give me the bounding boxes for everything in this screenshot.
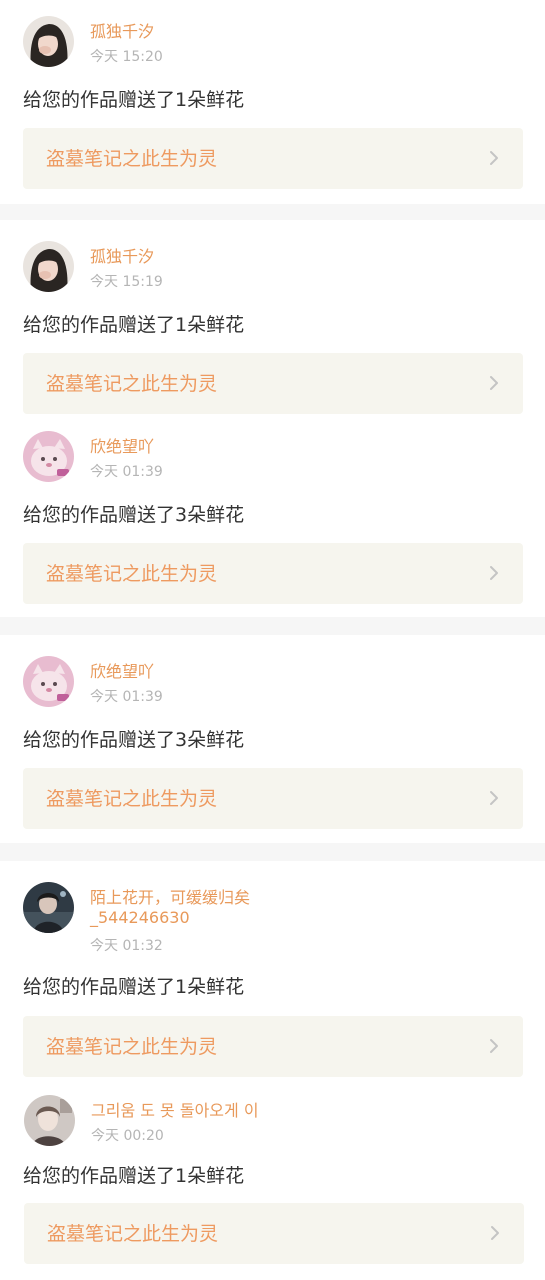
timestamp: 今天 15:19: [90, 274, 163, 290]
work-title: 盗墓笔记之此生为灵: [47, 1223, 219, 1245]
timestamp: 今天 01:39: [90, 689, 163, 705]
work-link-card[interactable]: 盗墓笔记之此生为灵: [23, 1016, 523, 1077]
list-item: 欣绝望吖 今天 01:39 给您的作品赠送了3朵鲜花 盗墓笔记之此生为灵: [0, 640, 545, 830]
group-separator: [0, 843, 545, 861]
user-name[interactable]: 欣绝望吖: [90, 662, 390, 682]
avatar-girl-dark-hair-icon: [23, 16, 74, 67]
avatar[interactable]: [23, 882, 74, 933]
chevron-right-icon: [490, 151, 498, 165]
user-name[interactable]: 陌上花开，可缓缓归矣 _544246630: [90, 888, 390, 928]
work-link-card[interactable]: 盗墓笔记之此生为灵: [23, 768, 523, 829]
timestamp: 今天 00:20: [91, 1128, 164, 1144]
list-item: 陌上花开，可缓缓归矣 _544246630 今天 01:32 给您的作品赠送了1…: [0, 866, 545, 1077]
work-title: 盗墓笔记之此生为灵: [46, 373, 218, 395]
group-separator: [0, 204, 545, 220]
work-link-card[interactable]: 盗墓笔记之此生为灵: [24, 1203, 524, 1264]
chevron-right-icon: [490, 791, 498, 805]
list-item: 孤独千汐 今天 15:19 给您的作品赠送了1朵鲜花 盗墓笔记之此生为灵: [0, 225, 545, 415]
list-item: 欣绝望吖 今天 01:39 给您的作品赠送了3朵鲜花 盗墓笔记之此生为灵: [0, 415, 545, 605]
avatar[interactable]: [23, 241, 74, 292]
gift-message: 给您的作品赠送了1朵鲜花: [23, 976, 245, 998]
user-name[interactable]: 孤独千汐: [90, 247, 390, 267]
gift-message: 给您的作品赠送了1朵鲜花: [23, 314, 245, 336]
avatar[interactable]: [23, 16, 74, 67]
avatar[interactable]: [23, 656, 74, 707]
avatar-pink-cat-icon: [23, 656, 74, 707]
chevron-right-icon: [490, 1039, 498, 1053]
user-name[interactable]: 欣绝望吖: [90, 437, 390, 457]
gift-message: 给您的作品赠送了3朵鲜花: [23, 504, 245, 526]
chevron-right-icon: [491, 1226, 499, 1240]
avatar[interactable]: [24, 1095, 75, 1146]
gift-message: 给您的作品赠送了1朵鲜花: [23, 89, 245, 111]
avatar-light-portrait-icon: [24, 1095, 75, 1146]
list-item: 孤独千汐 今天 15:20 给您的作品赠送了1朵鲜花 盗墓笔记之此生为灵: [0, 0, 545, 190]
list-item: 그리움 도 못 돌아오게 이 今天 00:20 给您的作品赠送了1朵鲜花 盗墓笔…: [0, 1079, 545, 1269]
user-name[interactable]: 孤独千汐: [90, 22, 390, 42]
gift-message: 给您的作品赠送了1朵鲜花: [23, 1165, 245, 1187]
timestamp: 今天 01:32: [90, 938, 163, 954]
work-link-card[interactable]: 盗墓笔记之此生为灵: [23, 353, 523, 414]
notification-list: 孤独千汐 今天 15:20 给您的作品赠送了1朵鲜花 盗墓笔记之此生为灵 孤独千…: [0, 0, 545, 1280]
group-separator: [0, 617, 545, 635]
avatar-girl-dark-hair-icon: [23, 241, 74, 292]
work-title: 盗墓笔记之此生为灵: [46, 148, 218, 170]
work-title: 盗墓笔记之此生为灵: [46, 788, 218, 810]
user-name[interactable]: 그리움 도 못 돌아오게 이: [91, 1101, 391, 1121]
avatar-dark-figure-icon: [23, 882, 74, 933]
avatar[interactable]: [23, 431, 74, 482]
chevron-right-icon: [490, 566, 498, 580]
work-title: 盗墓笔记之此生为灵: [46, 563, 218, 585]
work-link-card[interactable]: 盗墓笔记之此生为灵: [23, 128, 523, 189]
gift-message: 给您的作品赠送了3朵鲜花: [23, 729, 245, 751]
avatar-pink-cat-icon: [23, 431, 74, 482]
chevron-right-icon: [490, 376, 498, 390]
timestamp: 今天 15:20: [90, 49, 163, 65]
timestamp: 今天 01:39: [90, 464, 163, 480]
work-link-card[interactable]: 盗墓笔记之此生为灵: [23, 543, 523, 604]
work-title: 盗墓笔记之此生为灵: [46, 1036, 218, 1058]
